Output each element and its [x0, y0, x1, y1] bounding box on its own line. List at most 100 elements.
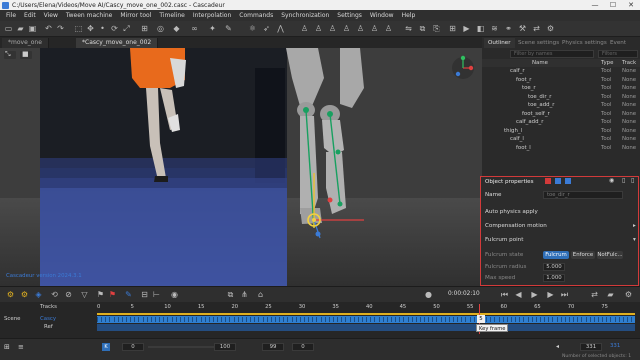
name-field[interactable]: toe_dir_r — [543, 191, 623, 199]
outliner-row[interactable]: calf_l Tool None — [482, 135, 640, 144]
range-end-field[interactable]: 99 — [262, 343, 284, 351]
link-icon[interactable]: ∞ — [190, 24, 199, 33]
tab-event[interactable]: Event tab — [606, 38, 640, 56]
column-track[interactable]: Track — [622, 59, 636, 67]
tool-icon[interactable]: ⚒ — [518, 24, 527, 33]
tab-move-one[interactable]: *move_one — [2, 38, 49, 48]
ref-track[interactable] — [97, 324, 635, 331]
ballistic-icon[interactable]: ➶ — [262, 24, 271, 33]
column-type[interactable]: Type — [601, 59, 613, 67]
menu-help[interactable]: Help — [398, 10, 420, 21]
name-filter-input[interactable]: Filter by names — [510, 50, 594, 58]
outliner-row[interactable]: toe_dir_r Tool None — [482, 93, 640, 102]
menu-file[interactable]: File — [2, 10, 20, 21]
swap-icon[interactable]: ⇄ — [590, 290, 599, 299]
pose-icon-3[interactable]: ♙ — [328, 24, 337, 33]
key-tool-icon[interactable]: ✎ — [124, 290, 133, 299]
copy-icon[interactable]: ⧉ — [418, 24, 427, 33]
menu-timeline[interactable]: Timeline — [155, 10, 189, 21]
filter-icon[interactable]: ▽ — [80, 290, 89, 299]
frame-range-icon[interactable]: ⊟ — [140, 290, 149, 299]
go-start-icon[interactable]: ⏮ — [500, 290, 509, 299]
range-slider[interactable] — [148, 346, 214, 348]
no-interp-icon[interactable]: ⊘ — [64, 290, 73, 299]
paste-icon[interactable]: ⎘ — [432, 24, 441, 33]
go-end-icon[interactable]: ⏭ — [560, 290, 569, 299]
lock-icon[interactable]: ▯ — [622, 177, 625, 184]
undo-icon[interactable]: ↶ — [44, 24, 53, 33]
menu-tween-machine[interactable]: Tween machine — [62, 10, 116, 21]
column-name[interactable]: Name — [532, 59, 548, 67]
pose-icon-4[interactable]: ♙ — [342, 24, 351, 33]
key-interval-icon[interactable]: ⚙ — [6, 290, 15, 299]
outliner-row[interactable]: foot_r Tool None — [482, 76, 640, 85]
key-button[interactable]: K — [102, 343, 110, 351]
menu-interpolation[interactable]: Interpolation — [189, 10, 235, 21]
ik-icon[interactable]: ⋀ — [276, 24, 285, 33]
pin-icon[interactable]: ✦ — [208, 24, 217, 33]
enforce-option[interactable]: Enforce — [571, 251, 595, 259]
panel-close-icon[interactable]: ▯ — [631, 177, 634, 184]
minimize-button[interactable]: — — [586, 0, 604, 10]
grid-icon[interactable]: ⊞ — [448, 24, 457, 33]
autophysics-icon[interactable]: ⚛ — [248, 24, 257, 33]
menu-edit[interactable]: Edit — [20, 10, 40, 21]
tab-physics-settings[interactable]: Physics settings — [558, 38, 611, 48]
track-ref[interactable]: Ref — [44, 324, 53, 330]
rotate-tool-icon[interactable]: ⟳ — [110, 24, 119, 33]
pivot-icon[interactable]: ◎ — [156, 24, 165, 33]
settings-icon[interactable]: ⚙ — [546, 24, 555, 33]
outliner-row[interactable]: thigh_l Tool None — [482, 127, 640, 136]
prev-flag-icon[interactable]: ⚑ — [96, 290, 105, 299]
menu-view[interactable]: View — [40, 10, 62, 21]
compensation-expand-icon[interactable]: ▸ — [633, 223, 636, 229]
save-icon[interactable]: ▣ — [28, 24, 37, 33]
frame-cursor-icon[interactable]: ⊢ — [152, 290, 161, 299]
timeline-settings-icon[interactable]: ⚙ — [624, 290, 633, 299]
timeline-ruler[interactable]: 0 5 10 15 20 25 30 35 40 45 50 55 60 65 70 75 — [97, 304, 635, 312]
open-folder-icon[interactable]: ▰ — [16, 24, 25, 33]
outliner-row[interactable]: calf_r Tool None — [482, 67, 640, 76]
menu-mirror-tool[interactable]: Mirror tool — [116, 10, 155, 21]
loop-icon[interactable]: ⟲ — [50, 290, 59, 299]
sync-icon[interactable]: ⇄ — [532, 24, 541, 33]
outliner-row[interactable]: calf_add_r Tool None — [482, 118, 640, 127]
pose-icon-6[interactable]: ♙ — [370, 24, 379, 33]
red-object-icon[interactable] — [545, 178, 551, 184]
max-speed-field[interactable]: 1.000 — [543, 274, 565, 282]
tab-scene-settings[interactable]: Scene settings — [514, 38, 563, 48]
playback-mode-icon[interactable]: ▰ — [606, 290, 615, 299]
menu-commands[interactable]: Commands — [235, 10, 277, 21]
outliner-row[interactable]: toe_add_r Tool None — [482, 101, 640, 110]
magnet-icon[interactable]: ⌂ — [256, 290, 265, 299]
timeline[interactable]: Tracks Scene Cascy Ref 0 5 10 15 20 25 30 35 40 4… — [0, 302, 640, 338]
pose-icon-1[interactable]: ♙ — [300, 24, 309, 33]
menu-synchronization[interactable]: Synchronization — [277, 10, 333, 21]
pose-icon-7[interactable]: ♙ — [384, 24, 393, 33]
redo-icon[interactable]: ↷ — [56, 24, 65, 33]
step-back-icon[interactable]: ◀ — [514, 290, 523, 299]
notfulcrum-option[interactable]: NotFulc... — [597, 251, 623, 259]
camera-icon[interactable]: ▶ — [462, 24, 471, 33]
start-frame-field[interactable]: 0 — [122, 343, 144, 351]
maximize-button[interactable]: ☐ — [604, 0, 622, 10]
play-icon[interactable]: ▶ — [530, 290, 539, 299]
step-left-icon[interactable]: ◂ — [556, 343, 559, 350]
marker-flag-icon[interactable]: ⚑ — [108, 290, 117, 299]
track-cascy[interactable]: Cascy — [40, 316, 56, 322]
viewport-3d[interactable]: ⤡ ■ Cascadeur version 2024.3.1 — [0, 48, 482, 286]
move-tool-icon[interactable]: ✥ — [86, 24, 95, 33]
outliner-row[interactable]: toe_r Tool None — [482, 84, 640, 93]
tab-outliner[interactable]: Outliner — [484, 38, 515, 48]
blue-object-icon[interactable] — [555, 178, 561, 184]
range-start-field[interactable]: 100 — [214, 343, 236, 351]
type-filter-input[interactable]: Filters — [598, 50, 638, 58]
select-icon[interactable]: ⬚ — [74, 24, 83, 33]
tab-cascy-move-one[interactable]: *Cascy_move_one_002 — [76, 38, 159, 48]
fulcrum-radius-field[interactable]: 5.000 — [543, 263, 565, 271]
fulcrum-option[interactable]: Fulcrum — [543, 251, 569, 259]
new-file-icon[interactable]: ▭ — [4, 24, 13, 33]
wind-icon[interactable]: ≋ — [490, 24, 499, 33]
step-forward-icon[interactable]: ▶ — [546, 290, 555, 299]
scale-tool-icon[interactable]: ⤢ — [122, 24, 131, 33]
